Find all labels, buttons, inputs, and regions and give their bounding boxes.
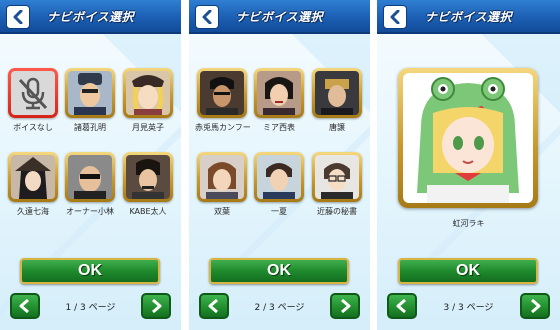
page-title: ナビボイス選択	[46, 10, 135, 24]
chevron-right-icon	[341, 299, 351, 313]
portrait-frame	[197, 152, 247, 202]
character-portrait	[200, 71, 244, 115]
voice-select-screen-page-3: ナビボイス選択 虹河ラキ OK 3 / 3 ページ	[377, 0, 560, 330]
voice-select-screen-page-2: ナビボイス選択 赤兎馬カンフー ミア西表 唐譲 双葉 一夏 近藤の秘書 OK 2…	[189, 0, 370, 330]
page-title: ナビボイス選択	[424, 10, 513, 24]
portrait-frame	[123, 68, 173, 118]
character-portrait	[200, 155, 244, 199]
ok-button[interactable]: OK	[209, 258, 349, 284]
screen-divider	[181, 0, 189, 330]
character-name: 双葉	[214, 207, 230, 216]
character-card[interactable]: 赤兎馬カンフー	[195, 68, 251, 133]
next-page-button[interactable]	[141, 293, 171, 319]
portrait-frame	[254, 152, 304, 202]
character-name: 近藤の秘書	[317, 207, 357, 216]
character-card[interactable]: 双葉	[195, 152, 249, 217]
character-portrait	[257, 71, 301, 115]
character-card[interactable]: 近藤の秘書	[310, 152, 364, 217]
character-portrait	[11, 155, 55, 199]
next-page-button[interactable]	[330, 293, 360, 319]
character-name: ボイスなし	[13, 123, 53, 132]
portrait-frame	[65, 152, 115, 202]
character-name: オーナー小林	[66, 207, 114, 216]
portrait-frame	[312, 68, 362, 118]
portrait-frame	[65, 68, 115, 118]
character-card[interactable]: 久遠七海	[6, 152, 60, 217]
portrait-frame	[123, 152, 173, 202]
character-card[interactable]: 一夏	[252, 152, 306, 217]
character-portrait	[257, 155, 301, 199]
character-card[interactable]: KABE太人	[121, 152, 175, 217]
voice-select-screen-page-1: ナビボイス選択 ボイスなし 諸葛孔明 月見英子 久遠七海 オーナー小林 KABE…	[0, 0, 181, 330]
character-card[interactable]: 月見英子	[121, 68, 175, 133]
next-page-button[interactable]	[520, 293, 550, 319]
ok-button[interactable]: OK	[398, 258, 538, 284]
header-bar: ナビボイス選択	[377, 0, 560, 34]
character-card[interactable]: 諸葛孔明	[63, 68, 117, 133]
chevron-right-icon	[531, 299, 541, 313]
portrait-frame	[398, 68, 538, 208]
character-portrait	[403, 73, 533, 203]
pagination: 2 / 3 ページ	[189, 293, 370, 319]
portrait	[11, 71, 55, 115]
pagination: 3 / 3 ページ	[377, 293, 560, 319]
screen-divider	[370, 0, 377, 330]
character-portrait	[126, 155, 170, 199]
character-name: 月見英子	[132, 123, 164, 132]
header-bar: ナビボイス選択	[0, 0, 181, 34]
character-name: 赤兎馬カンフー	[195, 123, 251, 132]
portrait-frame	[197, 68, 247, 118]
portrait-frame	[254, 68, 304, 118]
chevron-right-icon	[152, 299, 162, 313]
portrait-frame	[8, 68, 58, 118]
character-name: KABE太人	[129, 207, 167, 216]
character-card[interactable]: オーナー小林	[63, 152, 117, 217]
character-portrait	[68, 71, 112, 115]
ok-button[interactable]: OK	[20, 258, 160, 284]
character-name: ミア西表	[263, 123, 295, 132]
header-bar: ナビボイス選択	[189, 0, 370, 34]
character-name: 虹河ラキ	[452, 219, 485, 228]
portrait-frame	[312, 152, 362, 202]
character-portrait	[315, 71, 359, 115]
portrait-frame	[8, 152, 58, 202]
pagination: 1 / 3 ページ	[0, 293, 181, 319]
mic-off-icon	[11, 71, 55, 115]
character-name: 諸葛孔明	[74, 123, 106, 132]
character-portrait	[68, 155, 112, 199]
character-portrait	[126, 71, 170, 115]
character-card[interactable]: ミア西表	[252, 68, 306, 133]
character-name: 一夏	[271, 207, 287, 216]
character-portrait	[315, 155, 359, 199]
character-name: 久遠七海	[17, 207, 49, 216]
page-title: ナビボイス選択	[235, 10, 324, 24]
character-card[interactable]: 唐譲	[310, 68, 364, 133]
character-name: 唐譲	[329, 123, 345, 132]
character-no-voice[interactable]: ボイスなし	[6, 68, 60, 133]
